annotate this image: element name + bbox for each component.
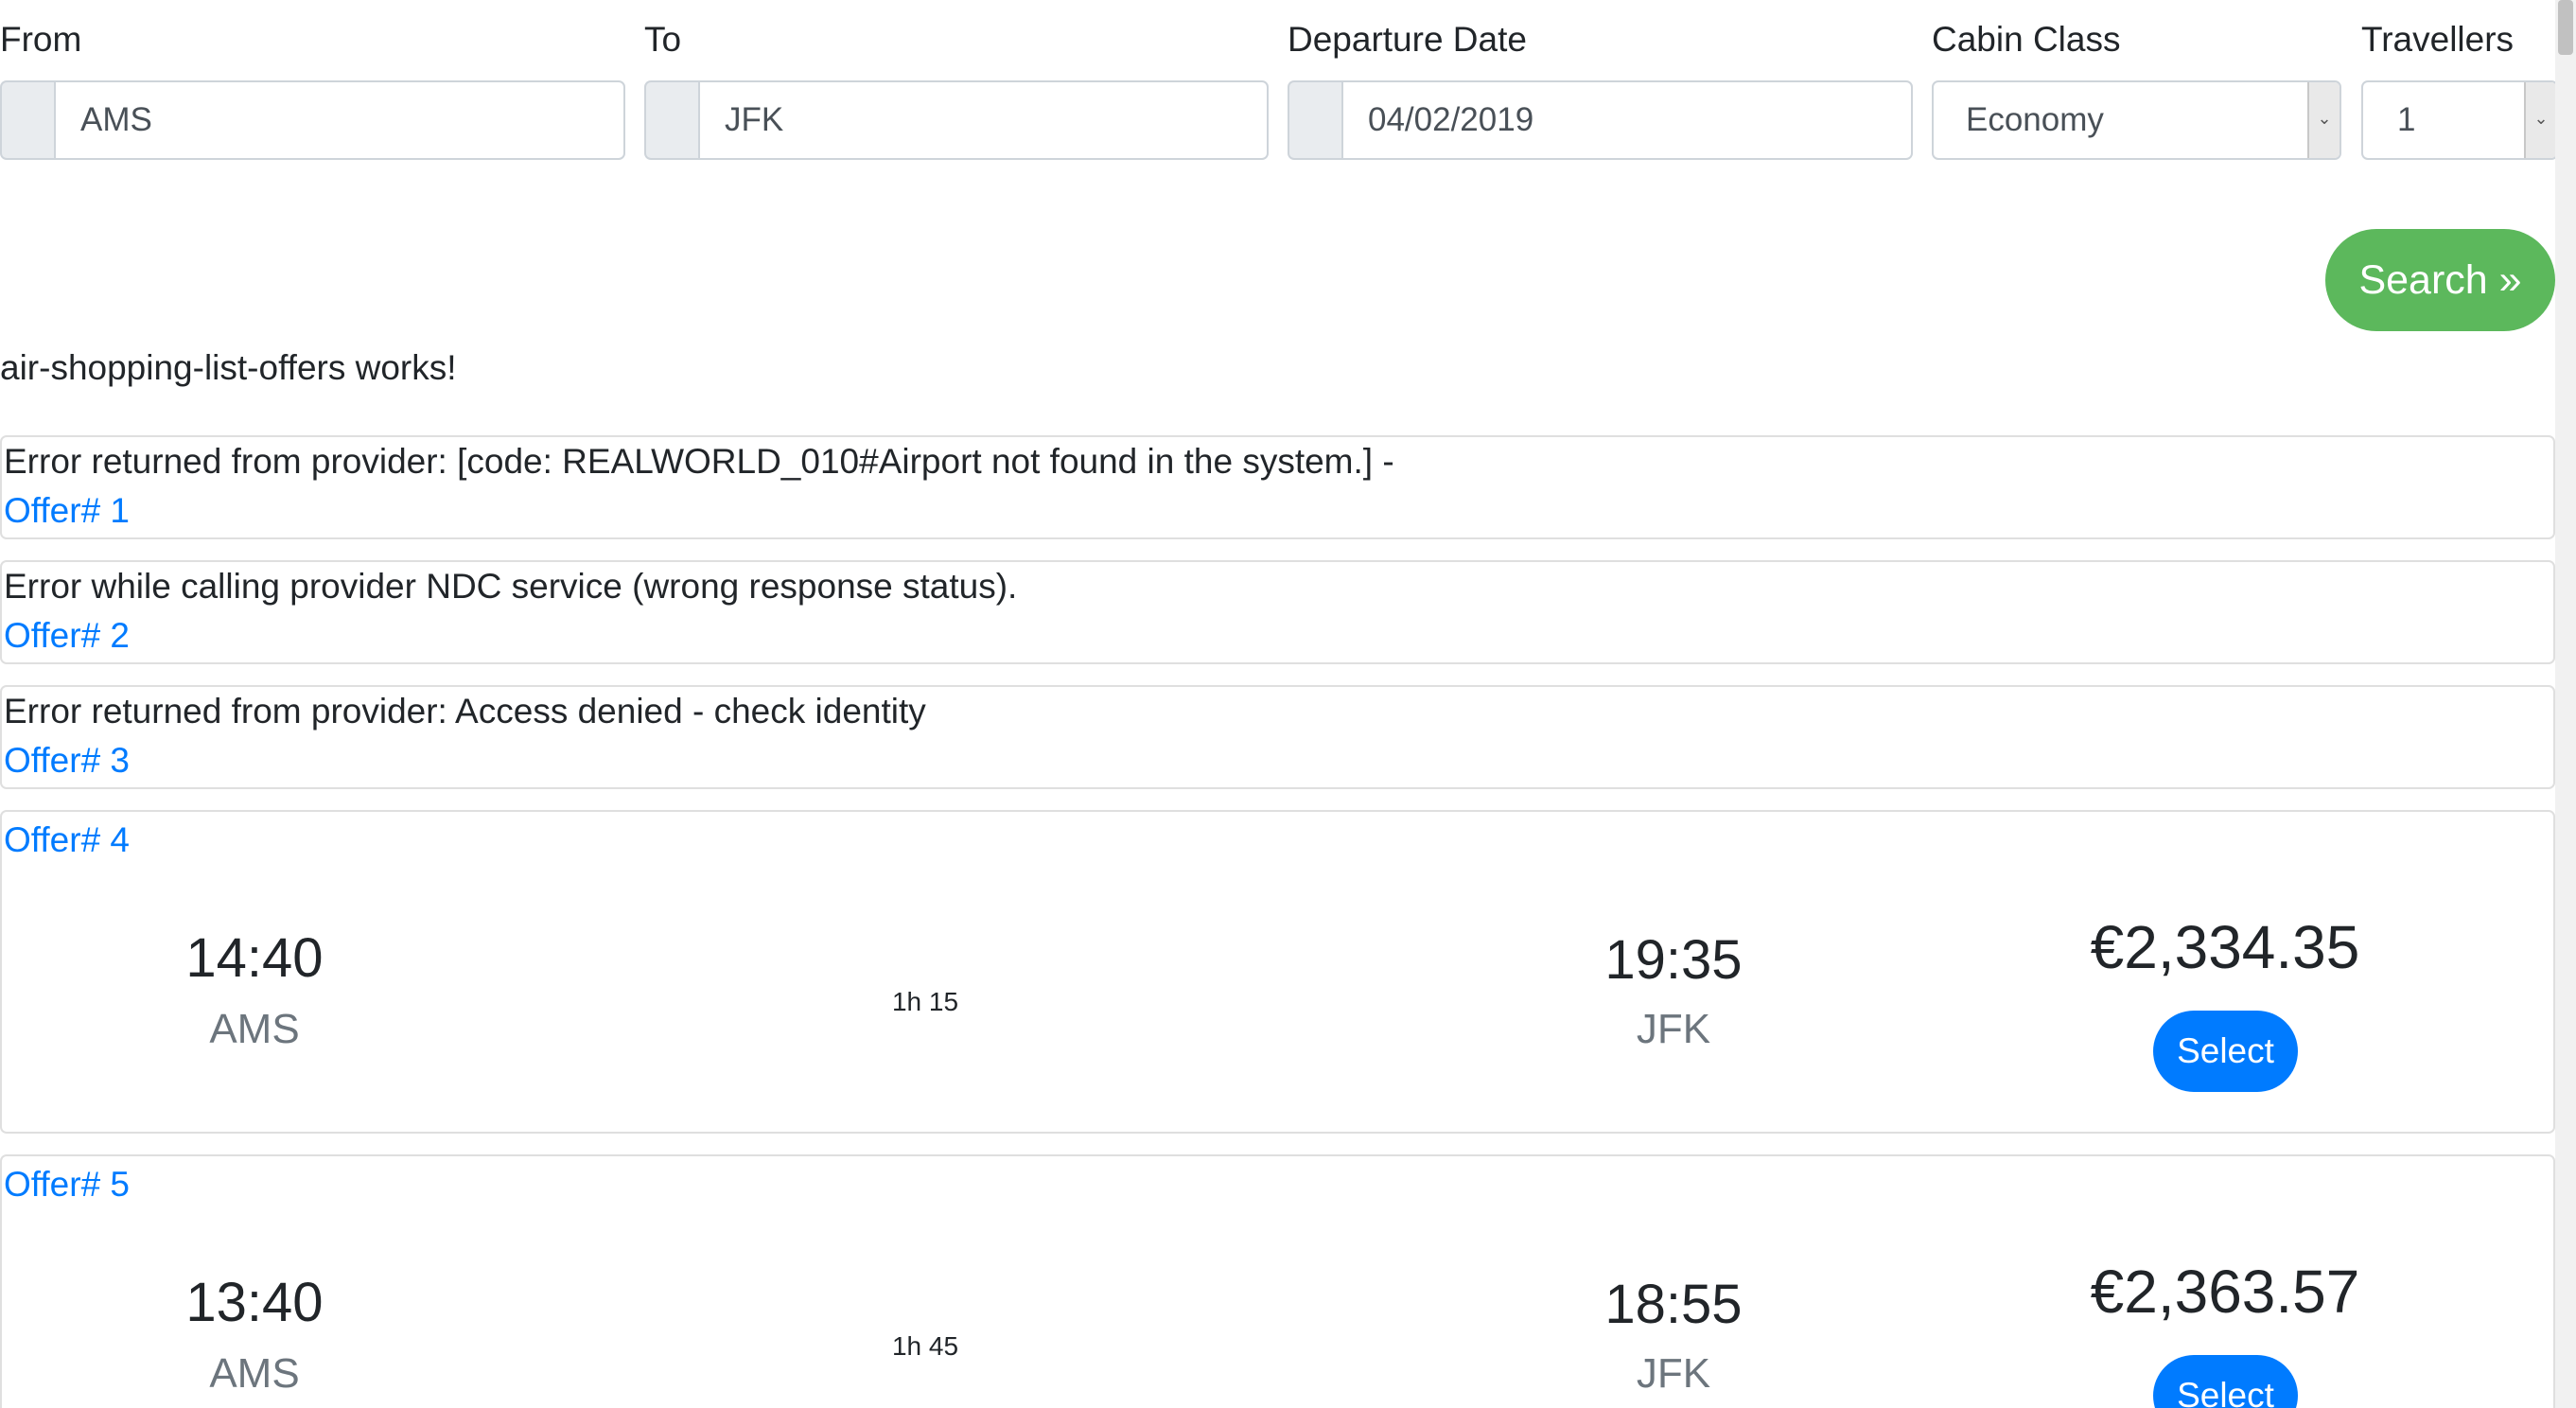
departure-time: 13:40 [185, 1272, 324, 1333]
flight-duration: 1h 45 [891, 1331, 959, 1361]
departure-date-input-group [1288, 80, 1913, 160]
travellers-select[interactable]: 1 ⌄ [2361, 80, 2558, 160]
select-offer-button[interactable]: Select [2153, 1355, 2298, 1408]
departure-airport-code: AMS [209, 1006, 300, 1052]
offer-price: €2,363.57 [2090, 1258, 2360, 1326]
departure-airport-code: AMS [209, 1350, 300, 1397]
from-addon [0, 80, 54, 160]
departure-date-label: Departure Date [1288, 20, 1527, 59]
travellers-value: 1 [2397, 101, 2416, 138]
arrival-time: 19:35 [1604, 929, 1743, 991]
departure-time: 14:40 [185, 927, 324, 989]
offer-card: Error returned from provider: Access den… [0, 685, 2555, 789]
to-input-group [644, 80, 1269, 160]
flight-offer-card: Offer# 4 14:40 AMS 1h 15 19:35 JFK €2,33… [0, 810, 2555, 1134]
travellers-dropdown-toggle[interactable]: ⌄ [2524, 82, 2556, 158]
offer-error-message: Error returned from provider: Access den… [4, 692, 926, 730]
from-input[interactable] [54, 80, 625, 160]
offer-title-link[interactable]: Offer# 2 [4, 615, 130, 657]
offer-card: Error while calling provider NDC service… [0, 560, 2555, 664]
offer-title-link[interactable]: Offer# 3 [4, 740, 130, 782]
vertical-scrollbar[interactable] [2555, 0, 2576, 1408]
departure-date-input[interactable] [1341, 80, 1913, 160]
departure-date-addon [1288, 80, 1341, 160]
from-input-group [0, 80, 625, 160]
offer-error-message: Error returned from provider: [code: REA… [4, 442, 1394, 481]
to-input[interactable] [698, 80, 1269, 160]
flight-duration: 1h 15 [891, 987, 959, 1016]
from-label: From [0, 20, 82, 59]
offer-price: €2,334.35 [2090, 913, 2360, 981]
status-text: air-shopping-list-offers works! [0, 348, 457, 387]
arrival-airport-code: JFK [1636, 1350, 1711, 1397]
cabin-class-value: Economy [1966, 101, 2104, 138]
select-offer-button[interactable]: Select [2153, 1011, 2298, 1092]
scrollbar-thumb[interactable] [2558, 0, 2573, 55]
travellers-label: Travellers [2361, 20, 2515, 59]
offer-error-message: Error while calling provider NDC service… [4, 567, 1018, 606]
cabin-class-select[interactable]: Economy ⌄ [1932, 80, 2341, 160]
cabin-class-dropdown-toggle[interactable]: ⌄ [2307, 82, 2339, 158]
to-label: To [644, 20, 682, 59]
arrival-time: 18:55 [1604, 1274, 1743, 1335]
chevron-down-icon: ⌄ [2533, 109, 2549, 128]
flight-offer-card: Offer# 5 13:40 AMS 1h 45 18:55 JFK €2,36… [0, 1154, 2555, 1408]
to-addon [644, 80, 698, 160]
offer-title-link[interactable]: Offer# 5 [4, 1164, 130, 1206]
chevron-down-icon: ⌄ [2317, 109, 2332, 128]
cabin-class-label: Cabin Class [1932, 20, 2121, 59]
arrival-airport-code: JFK [1636, 1006, 1711, 1052]
offer-card: Error returned from provider: [code: REA… [0, 435, 2555, 539]
offer-title-link[interactable]: Offer# 4 [4, 819, 130, 861]
search-button[interactable]: Search » [2325, 229, 2555, 331]
offer-title-link[interactable]: Offer# 1 [4, 490, 130, 532]
